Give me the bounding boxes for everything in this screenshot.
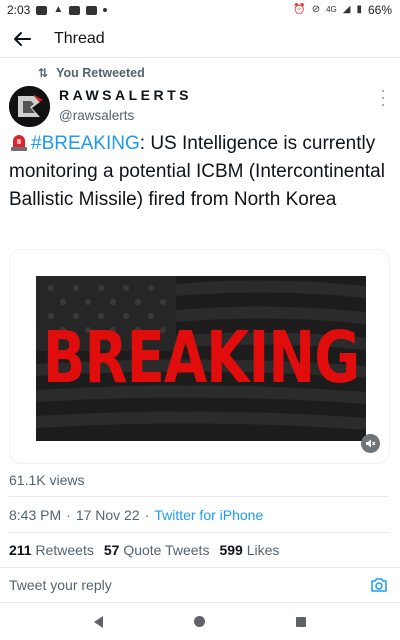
more-dot-icon [382,90,384,92]
tweet-stats: 211 Retweets 57 Quote Tweets 599 Likes [9,542,279,558]
siren-emoji-icon [11,135,27,151]
more-dot-icon [382,104,384,106]
app-header: Thread [0,20,400,58]
tweet-meta: 8:43 PM · 17 Nov 22 · Twitter for iPhone [9,507,263,523]
network-type-label: 4G [326,5,337,14]
retweet-indicator[interactable]: ⇅ You Retweeted [38,66,145,80]
status-bar: 2:03 ▲ ⏰ ⊘ 4G ◢ ▮ 66% [0,0,400,20]
alarm-icon: ⏰ [293,4,306,15]
avatar[interactable] [9,86,50,127]
retweets-stat[interactable]: 211 Retweets [9,542,94,558]
page-title: Thread [54,29,105,47]
author-handle[interactable]: @rawsalerts [59,108,134,123]
signal-icon: ◢ [342,4,351,15]
source-link[interactable]: Twitter for iPhone [154,507,263,523]
hashtag-link[interactable]: #BREAKING [31,133,140,154]
divider [9,496,390,497]
meta-separator: · [66,507,71,523]
retweeted-label: You Retweeted [56,66,145,80]
divider [9,532,390,533]
more-dot-icon [382,97,384,99]
tweet-text: #BREAKING: US Intelligence is currently … [9,130,394,214]
nav-home-icon[interactable] [193,616,205,627]
likes-count: 599 [219,542,243,558]
views-count[interactable]: 61.1K views [9,472,84,488]
quotes-count: 57 [103,542,120,558]
sim-icon [36,5,48,15]
system-nav-bar [0,603,400,640]
status-right: ⏰ ⊘ 4G ◢ ▮ 66% [293,3,392,17]
warning-icon: ▲ [53,4,64,15]
quotes-label: Quote Tweets [123,542,210,558]
rawsalerts-logo-icon [9,86,50,127]
battery-icon: ▮ [356,4,362,15]
retweets-count: 211 [9,542,32,558]
tweet-date: 17 Nov 22 [75,507,140,523]
more-options-button[interactable] [380,90,386,106]
media-card[interactable]: BREAKING [9,249,390,464]
arrow-left-icon [14,31,31,46]
meta-separator: · [144,507,150,523]
speaker-muted-icon [366,439,376,448]
retweet-icon: ⇅ [38,66,49,80]
author-name[interactable]: RAWSALERTS [59,87,192,103]
likes-stat[interactable]: 599 Likes [219,542,279,558]
notification-dot-icon [103,8,108,12]
camera-icon[interactable] [370,577,388,593]
youtube-icon [69,5,81,15]
status-left: 2:03 ▲ [7,3,108,17]
back-button[interactable] [0,20,44,58]
retweets-label: Retweets [35,542,94,558]
likes-label: Likes [246,542,280,558]
breaking-headline: BREAKING [42,316,360,401]
battery-percent: 66% [367,3,392,17]
reply-input[interactable]: Tweet your reply [9,577,112,593]
breaking-image[interactable]: BREAKING [36,276,366,441]
mute-button[interactable] [361,434,380,453]
tweet-time: 8:43 PM [9,507,62,523]
status-time: 2:03 [7,3,31,17]
nav-back-icon[interactable] [93,615,103,628]
youtube-icon-2 [86,5,98,15]
mute-notifications-icon: ⊘ [311,4,321,15]
quotes-stat[interactable]: 57 Quote Tweets [104,542,210,558]
reply-bar: Tweet your reply [0,567,400,603]
nav-recents-icon[interactable] [296,616,307,627]
